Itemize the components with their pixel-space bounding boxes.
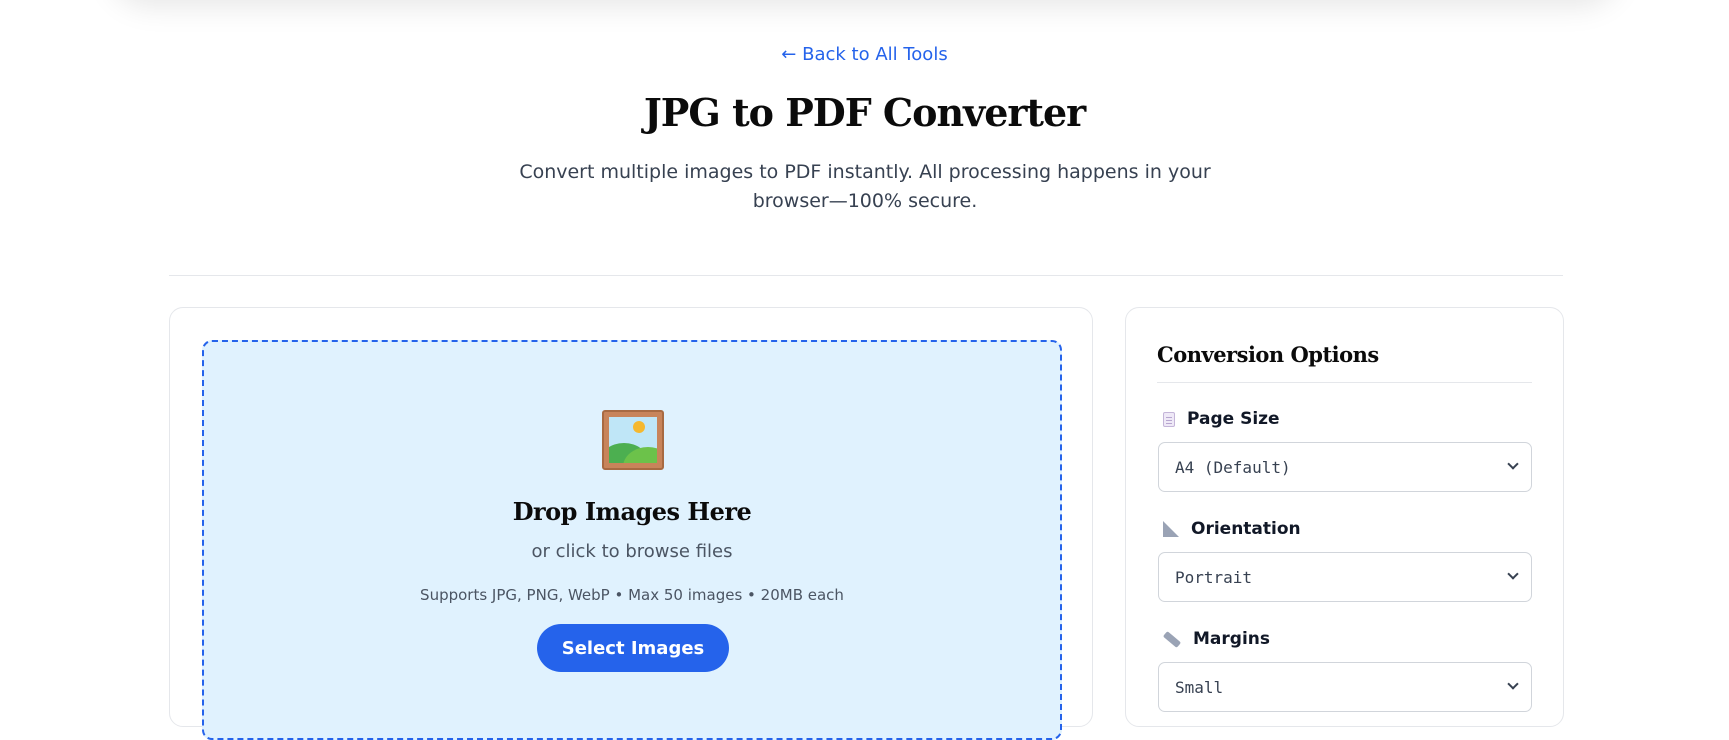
page-size-label-text: Page Size [1187,409,1280,429]
page-subtitle: Convert multiple images to PDF instantly… [519,161,1211,212]
page-size-label: Page Size [1163,409,1280,429]
dropzone-title: Drop Images Here [512,497,752,526]
section-divider [169,275,1563,276]
image-dropzone[interactable]: Drop Images Here or click to browse file… [202,340,1062,740]
select-images-button[interactable]: Select Images [537,624,729,672]
ruler-icon [1162,630,1182,648]
triangle-ruler-icon [1163,521,1179,537]
orientation-select[interactable]: Portrait [1158,552,1532,602]
options-title: Conversion Options [1157,342,1379,367]
upload-card: Drop Images Here or click to browse file… [169,307,1093,740]
back-to-tools-link[interactable]: ← Back to All Tools [0,44,1729,65]
margins-label: Margins [1162,629,1270,649]
dropzone-subtitle: or click to browse files [531,541,733,562]
conversion-options-panel: Conversion Options Page Size A4 (Default… [1125,307,1564,727]
margins-label-text: Margins [1193,629,1270,649]
page-size-select[interactable]: A4 (Default) [1158,442,1532,492]
supported-formats-text: Supports JPG, PNG, WebP • Max 50 images … [420,586,844,604]
orientation-label: Orientation [1163,519,1301,539]
orientation-label-text: Orientation [1191,519,1301,539]
page-icon [1163,411,1175,427]
options-divider [1157,382,1532,383]
page-title: JPG to PDF Converter [643,90,1086,135]
framed-picture-icon [602,410,664,470]
